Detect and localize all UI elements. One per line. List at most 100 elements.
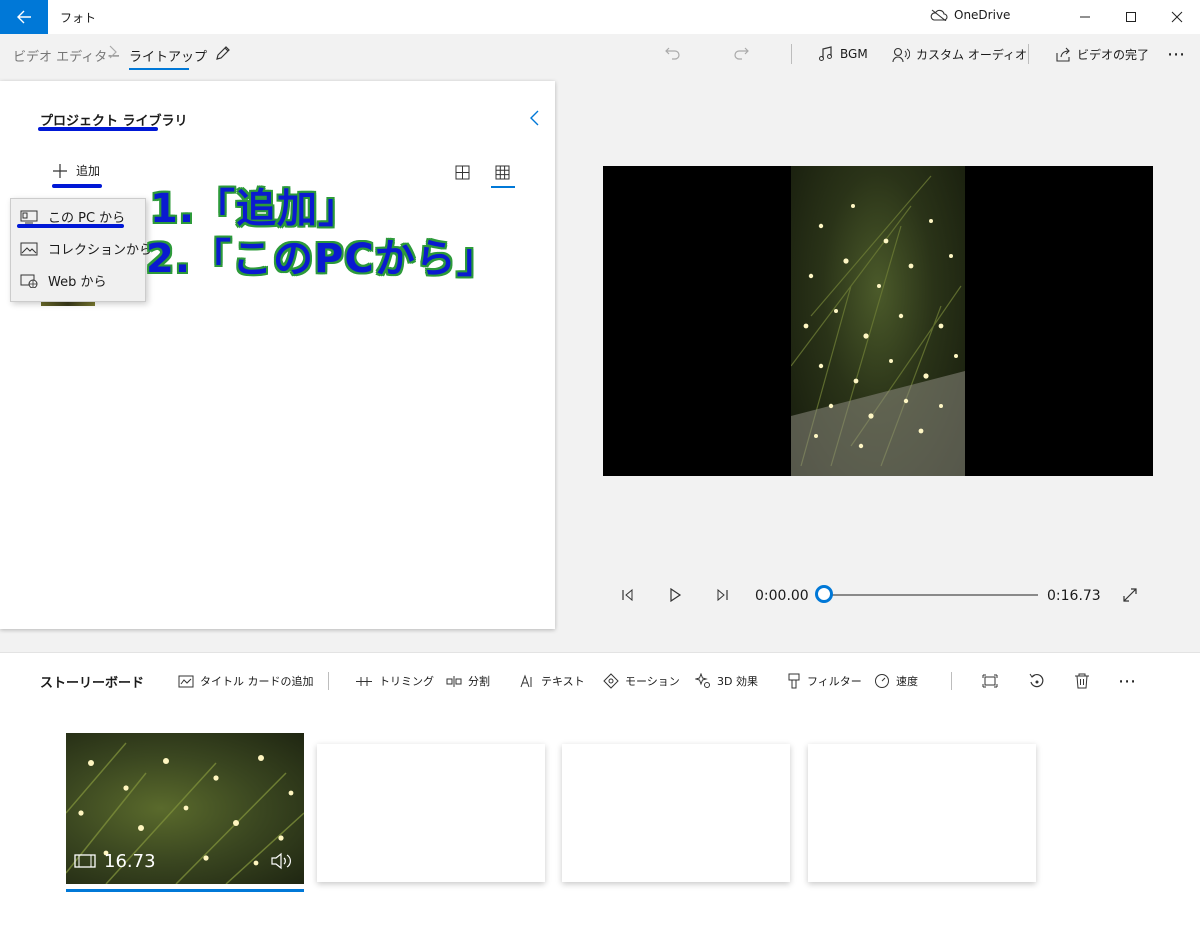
add-title-card-button[interactable]: タイトル カードの追加 — [178, 673, 314, 689]
current-time: 0:00.00 — [755, 588, 809, 604]
clip-selected-underline — [66, 889, 304, 892]
custom-audio-button[interactable]: カスタム オーディオ — [892, 46, 1027, 63]
music-note-icon — [819, 46, 832, 61]
back-button[interactable] — [0, 0, 48, 34]
maximize-button[interactable] — [1108, 0, 1154, 34]
onedrive-status[interactable]: OneDrive — [930, 8, 1010, 22]
share-export-icon — [1056, 47, 1070, 62]
tool-label: 3D 効果 — [717, 675, 758, 688]
bgm-button[interactable]: BGM — [818, 46, 868, 62]
finish-video-button[interactable]: ビデオの完了 — [1055, 46, 1149, 63]
toolbar-divider — [791, 44, 792, 64]
breadcrumb-chevron-icon — [108, 44, 118, 60]
clip-thumbnail-image — [66, 742, 304, 884]
menu-item-collection[interactable]: コレクションから — [20, 239, 152, 258]
custom-audio-label: カスタム オーディオ — [916, 48, 1027, 62]
clip-duration: 16.73 — [104, 851, 156, 872]
trim-button[interactable]: トリミング — [355, 673, 434, 689]
maximize-icon — [1126, 12, 1136, 22]
tool-label: 分割 — [468, 675, 490, 688]
annotation-underline — [52, 184, 102, 188]
storyboard-more-icon[interactable]: ⋯ — [1118, 671, 1137, 692]
bgm-label: BGM — [840, 47, 868, 61]
seek-thumb[interactable] — [815, 585, 833, 603]
breadcrumb-current[interactable]: ライトアップ — [129, 46, 207, 65]
web-image-icon — [20, 274, 38, 288]
filter-brush-icon — [788, 673, 800, 689]
annotation-step-2: 2.「このPCから」 — [146, 236, 498, 282]
delete-trash-icon[interactable] — [1074, 672, 1090, 690]
split-button[interactable]: 分割 — [446, 673, 490, 689]
close-button[interactable] — [1154, 0, 1200, 34]
breadcrumb-underline — [129, 68, 189, 70]
previous-frame-icon[interactable] — [620, 588, 634, 602]
storyboard-clip[interactable] — [66, 733, 304, 884]
add-label: 追加 — [76, 164, 101, 178]
back-arrow-icon — [17, 10, 31, 24]
plus-icon — [53, 163, 67, 178]
sparkle-icon — [695, 673, 710, 688]
text-button[interactable]: テキスト — [519, 673, 585, 689]
tool-label: モーション — [625, 675, 680, 688]
undo-icon[interactable] — [664, 44, 682, 62]
app-title: フォト — [60, 11, 97, 25]
onedrive-label: OneDrive — [954, 8, 1011, 22]
empty-clip-slot[interactable] — [562, 744, 790, 882]
film-strip-icon — [74, 853, 96, 869]
add-button[interactable]: 追加 — [52, 162, 100, 179]
collapse-chevron-icon[interactable] — [528, 109, 542, 127]
minimize-icon — [1080, 16, 1090, 18]
pc-icon — [20, 210, 38, 223]
seek-track[interactable] — [826, 594, 1038, 596]
toolbar-divider — [951, 672, 952, 690]
rename-pencil-icon[interactable] — [214, 44, 232, 62]
tool-label: トリミング — [379, 675, 434, 688]
play-icon[interactable] — [668, 588, 682, 602]
finish-video-label: ビデオの完了 — [1077, 48, 1150, 62]
view-selected-underline — [491, 186, 515, 188]
more-options-icon[interactable]: ⋯ — [1167, 44, 1186, 65]
rotate-icon[interactable] — [1028, 672, 1046, 690]
video-frame — [791, 166, 965, 476]
filters-button[interactable]: フィルター — [787, 673, 862, 689]
fullscreen-expand-icon[interactable] — [1122, 587, 1138, 603]
small-grid-view-icon[interactable] — [495, 165, 510, 180]
light-garden-image — [791, 175, 965, 476]
empty-clip-slot[interactable] — [808, 744, 1036, 882]
tool-label: タイトル カードの追加 — [200, 675, 314, 688]
speedometer-icon — [875, 674, 889, 688]
tool-label: フィルター — [807, 675, 862, 688]
speed-button[interactable]: 速度 — [874, 673, 918, 689]
minimize-button[interactable] — [1062, 0, 1108, 34]
text-icon — [520, 674, 532, 688]
empty-clip-slot[interactable] — [317, 744, 545, 882]
next-frame-icon[interactable] — [716, 588, 730, 602]
tool-label: テキスト — [541, 675, 585, 688]
menu-item-label: Web から — [48, 275, 107, 290]
large-grid-view-icon[interactable] — [455, 165, 470, 180]
storyboard-title: ストーリーボード — [40, 676, 145, 691]
close-icon — [1171, 11, 1183, 23]
redo-icon[interactable] — [732, 44, 750, 62]
annotation-underline — [17, 224, 124, 228]
3d-effects-button[interactable]: 3D 効果 — [695, 673, 758, 689]
tool-label: 速度 — [896, 675, 918, 688]
breadcrumb-parent[interactable]: ビデオ エディター — [13, 46, 120, 65]
total-time: 0:16.73 — [1047, 588, 1101, 604]
person-audio-icon — [892, 47, 910, 62]
trim-icon — [356, 676, 372, 686]
cloud-off-icon — [930, 9, 948, 21]
toolbar-divider — [328, 672, 329, 690]
volume-icon[interactable] — [270, 852, 292, 870]
menu-item-label: コレクションから — [48, 243, 153, 258]
video-preview[interactable] — [603, 166, 1153, 476]
menu-item-web[interactable]: Web から — [20, 271, 106, 290]
motion-icon — [603, 673, 619, 689]
split-icon — [446, 675, 462, 687]
title-bar — [0, 0, 1200, 34]
title-card-icon — [178, 675, 194, 687]
image-icon — [20, 242, 38, 255]
crop-resize-icon[interactable] — [982, 673, 998, 689]
toolbar-divider — [1028, 44, 1029, 64]
motion-button[interactable]: モーション — [603, 673, 680, 689]
